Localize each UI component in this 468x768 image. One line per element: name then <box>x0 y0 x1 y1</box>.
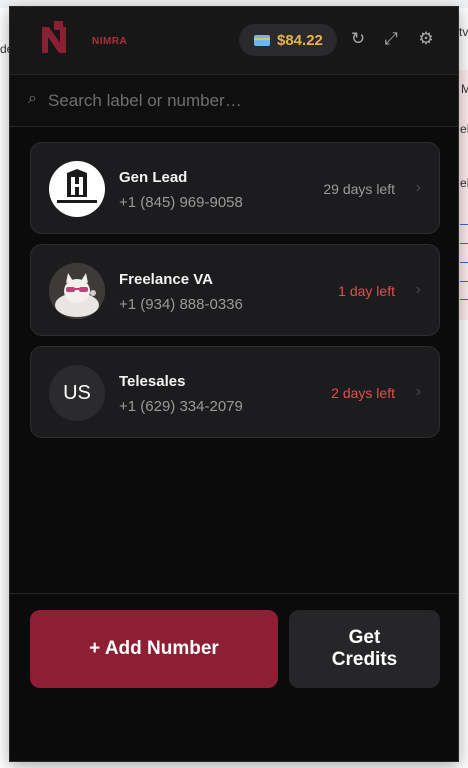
search-input[interactable] <box>48 85 438 117</box>
background-highlight <box>459 70 468 320</box>
phone-number: +1 (934) 888-0336 <box>119 296 243 313</box>
credit-card-icon <box>254 34 270 46</box>
footer: + Add Number Get Credits <box>10 593 458 761</box>
background-text: tv <box>459 25 468 39</box>
app-logo[interactable]: NIMRA <box>40 19 127 59</box>
phone-number: +1 (629) 334-2079 <box>119 398 243 415</box>
settings-icon[interactable]: ⚙ <box>414 27 438 51</box>
background-link <box>460 281 468 282</box>
number-label: Gen Lead <box>119 169 188 186</box>
background-link <box>460 243 468 244</box>
search-bar: ⌕ <box>10 75 458 127</box>
add-number-button[interactable]: + Add Number <box>30 610 278 688</box>
number-label: Telesales <box>119 373 186 390</box>
avatar <box>49 263 105 319</box>
chevron-right-icon: › <box>415 179 421 196</box>
chevron-right-icon: › <box>415 281 421 298</box>
get-credits-button[interactable]: Get Credits <box>289 610 440 688</box>
logo-text: NIMRA <box>92 36 128 47</box>
days-left: 29 days left <box>323 181 395 197</box>
background-text: eR <box>460 176 468 190</box>
number-list: Gen Lead +1 (845) 969-9058 29 days left … <box>30 142 440 448</box>
background-text: eR <box>460 122 468 136</box>
phone-number: +1 (845) 969-9058 <box>119 194 243 211</box>
avatar: US <box>49 365 105 421</box>
real-estate-logo-icon <box>57 169 97 203</box>
cat-photo-icon <box>49 263 105 319</box>
number-card[interactable]: US Telesales +1 (629) 334-2079 2 days le… <box>30 346 440 438</box>
number-label: Freelance VA <box>119 271 213 288</box>
header: NIMRA $84.22 ↻ ⤢ ⚙ <box>10 7 458 75</box>
number-card[interactable]: Gen Lead +1 (845) 969-9058 29 days left … <box>30 142 440 234</box>
background-link <box>460 299 468 300</box>
background-text: M <box>461 82 468 96</box>
chevron-right-icon: › <box>415 383 421 400</box>
days-left: 2 days left <box>331 385 395 401</box>
days-left: 1 day left <box>338 283 395 299</box>
balance-pill[interactable]: $84.22 <box>239 24 337 56</box>
background-link <box>460 224 468 225</box>
avatar <box>49 161 105 217</box>
expand-icon[interactable]: ⤢ <box>379 27 403 51</box>
background-link <box>460 262 468 263</box>
balance-amount: $84.22 <box>277 31 323 49</box>
refresh-icon[interactable]: ↻ <box>346 27 370 51</box>
extension-popup: NIMRA $84.22 ↻ ⤢ ⚙ ⌕ Gen Lead <box>9 6 459 762</box>
number-card[interactable]: Freelance VA +1 (934) 888-0336 1 day lef… <box>30 244 440 336</box>
search-icon: ⌕ <box>28 90 37 107</box>
